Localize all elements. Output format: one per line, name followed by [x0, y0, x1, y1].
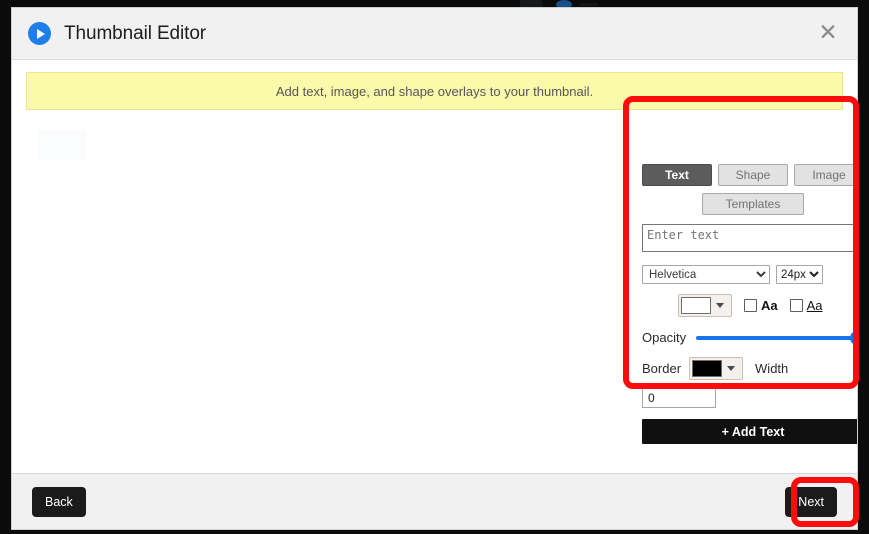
opacity-track [696, 335, 857, 340]
font-family-select[interactable]: Helvetica [642, 265, 770, 284]
play-circle-icon [28, 22, 51, 45]
close-icon[interactable]: ✕ [813, 19, 843, 49]
tab-image[interactable]: Image [794, 164, 857, 186]
info-banner-text: Add text, image, and shape overlays to y… [275, 83, 594, 99]
chevron-down-icon [716, 303, 724, 308]
opacity-row: Opacity [642, 330, 857, 345]
bold-checkbox-box[interactable] [744, 299, 757, 312]
overlay-type-tabs: Text Shape Image [642, 164, 857, 186]
bold-checkbox-label: Aa [761, 298, 778, 313]
underline-checkbox-box[interactable] [789, 299, 803, 312]
backdrop-artifact [580, 3, 598, 6]
tab-text[interactable]: Text [642, 164, 712, 186]
chevron-down-icon [727, 366, 736, 371]
text-style-row: Aa Aa [642, 294, 857, 317]
border-color-swatch [692, 360, 723, 377]
border-width-input[interactable] [642, 387, 716, 408]
dialog-footer: Back Next [12, 473, 857, 529]
opacity-slider[interactable] [696, 330, 857, 345]
tab-templates[interactable]: Templates [702, 193, 804, 215]
dialog-titlebar: Thumbnail Editor ✕ [12, 8, 857, 60]
overlay-text-input[interactable] [642, 224, 857, 252]
dialog-body: Add text, image, and shape overlays to y… [12, 60, 857, 473]
thumbnail-canvas[interactable] [26, 118, 626, 463]
fill-color-picker[interactable] [678, 294, 732, 317]
back-button[interactable]: Back [32, 486, 86, 517]
tab-shape[interactable]: Shape [718, 164, 788, 186]
backdrop-artifact [520, 0, 542, 8]
add-text-button[interactable]: + Add Text [642, 419, 857, 444]
border-row: Border Width [642, 357, 857, 380]
border-width-label: Width [755, 361, 789, 376]
underline-checkbox[interactable]: Aa [789, 298, 823, 313]
border-color-picker[interactable] [689, 357, 744, 380]
overlay-options-panel: Text Shape Image Templates Helvetica 24p… [642, 164, 857, 444]
bold-checkbox[interactable]: Aa [744, 298, 778, 313]
font-size-select[interactable]: 24px [776, 265, 823, 284]
opacity-thumb[interactable] [850, 330, 857, 345]
page-title: Thumbnail Editor [64, 22, 207, 44]
fill-color-swatch [681, 297, 711, 314]
thumbnail-editor-dialog: Thumbnail Editor ✕ Add text, image, and … [12, 8, 857, 529]
templates-tab-row: Templates [642, 193, 857, 215]
opacity-label: Opacity [642, 330, 687, 345]
info-banner: Add text, image, and shape overlays to y… [26, 72, 843, 110]
underline-checkbox-label: Aa [806, 298, 823, 313]
next-button[interactable]: Next [785, 486, 837, 517]
canvas-placeholder [38, 130, 86, 160]
font-controls-row: Helvetica 24px [642, 265, 857, 284]
border-label: Border [642, 361, 682, 376]
